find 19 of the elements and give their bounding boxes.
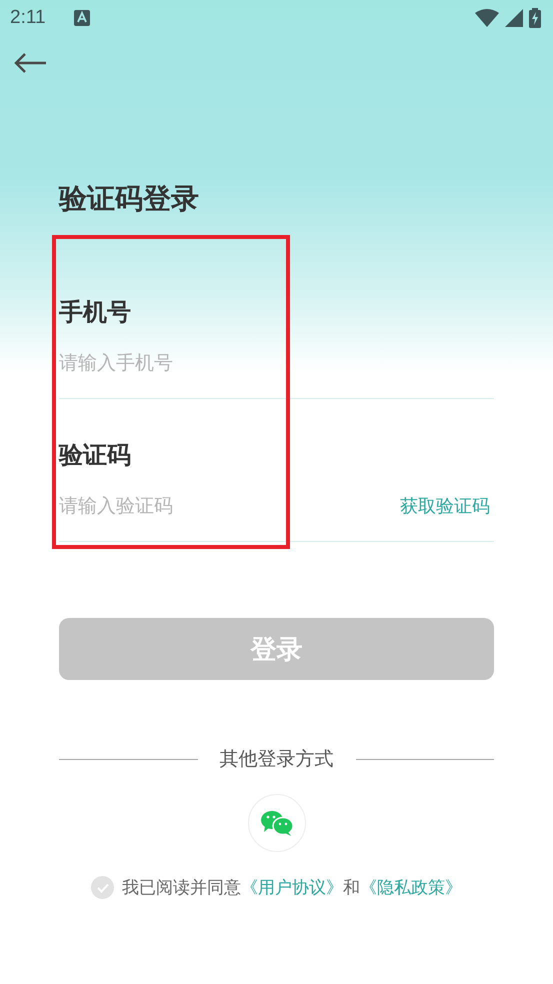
agreement-joiner: 和 bbox=[343, 877, 360, 899]
get-code-link[interactable]: 获取验证码 bbox=[396, 494, 494, 518]
privacy-policy-link[interactable]: 《隐私政策》 bbox=[360, 876, 462, 899]
wifi-icon bbox=[475, 9, 499, 27]
input-field[interactable]: 请输入验证码 bbox=[59, 495, 396, 517]
user-agreement-link[interactable]: 《用户协议》 bbox=[241, 876, 343, 899]
status-time: 2:11 bbox=[10, 7, 46, 29]
field-label: 验证码 bbox=[59, 440, 132, 471]
field-label: 手机号 bbox=[59, 297, 132, 328]
agreement-text: 我已阅读并同意 bbox=[122, 877, 241, 899]
page-title: 验证码登录 bbox=[59, 181, 200, 217]
battery-icon bbox=[529, 8, 541, 28]
signal-icon bbox=[505, 9, 523, 27]
wechat-icon bbox=[260, 809, 294, 837]
agree-checkbox[interactable] bbox=[91, 876, 114, 899]
other-login-label: 其他登录方式 bbox=[220, 747, 334, 772]
keyboard-notification-icon bbox=[74, 10, 90, 26]
input-field[interactable]: 请输入手机号 bbox=[59, 352, 494, 374]
checkmark-icon bbox=[96, 882, 108, 892]
